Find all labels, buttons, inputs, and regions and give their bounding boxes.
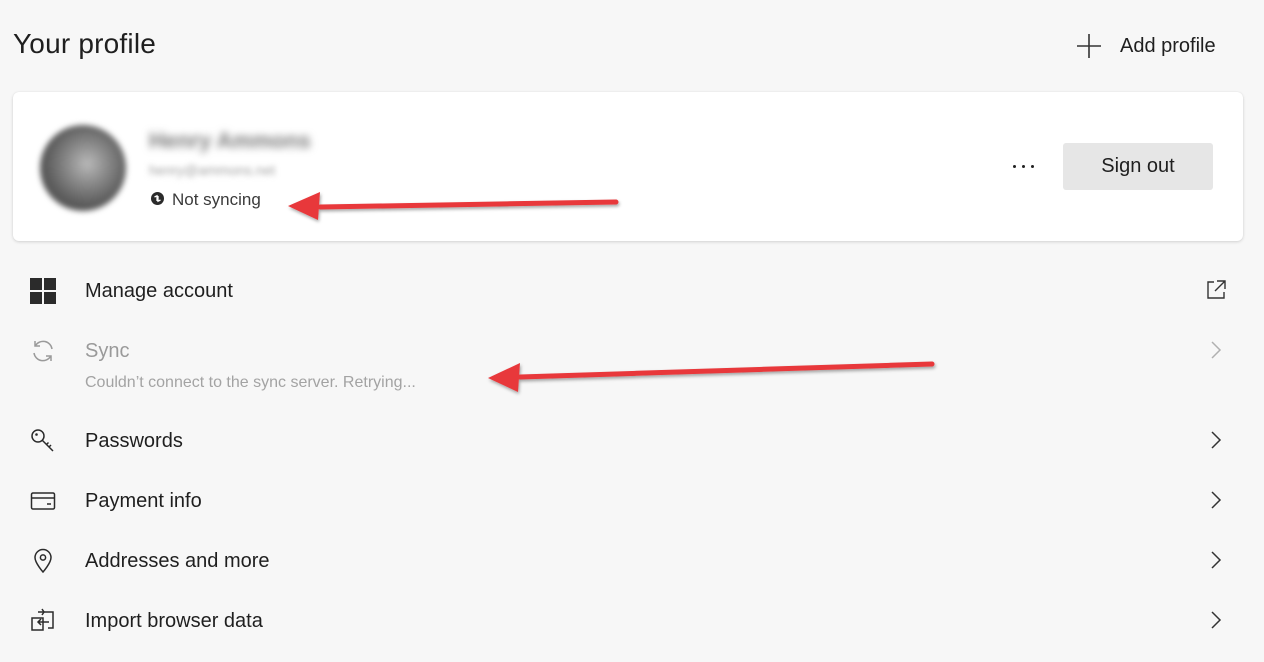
user-name: Henry Ammons	[149, 128, 311, 153]
more-dot	[1030, 164, 1034, 168]
chevron-right-icon	[1207, 429, 1225, 451]
plus-icon	[1076, 33, 1102, 59]
more-dot	[1021, 164, 1025, 168]
menu-item-addresses[interactable]: Addresses and more	[0, 531, 1264, 591]
more-options-button[interactable]	[1003, 150, 1043, 182]
add-profile-label: Add profile	[1120, 34, 1216, 57]
location-pin-icon	[30, 548, 56, 574]
chevron-right-icon	[1207, 549, 1225, 571]
page-title: Your profile	[13, 28, 157, 59]
menu-item-label: Addresses and more	[85, 550, 270, 572]
sync-status: Not syncing	[151, 190, 261, 210]
sync-error-message: Couldn’t connect to the sync server. Ret…	[85, 374, 416, 391]
user-email: henry@ammons.net	[149, 162, 276, 178]
profile-header: Your profile Add profile	[0, 0, 1264, 92]
import-icon	[30, 608, 56, 634]
key-icon	[30, 428, 56, 454]
sign-out-button[interactable]: Sign out	[1063, 143, 1213, 190]
profile-card: Henry Ammons henry@ammons.net Not syncin…	[13, 92, 1243, 241]
chevron-right-icon	[1207, 339, 1225, 361]
menu-item-label: Import browser data	[85, 610, 263, 632]
more-dot	[1012, 164, 1016, 168]
external-link-icon	[1205, 279, 1227, 301]
menu-item-label: Payment info	[85, 490, 202, 512]
chevron-right-icon	[1207, 609, 1225, 631]
chevron-right-icon	[1207, 489, 1225, 511]
avatar	[40, 125, 126, 211]
sync-paused-icon	[151, 190, 164, 210]
sync-status-label: Not syncing	[172, 190, 261, 209]
add-profile-button[interactable]: Add profile	[1076, 30, 1216, 62]
menu-item-label: Manage account	[85, 280, 233, 302]
menu-item-passwords[interactable]: Passwords	[0, 411, 1264, 471]
menu-item-import-browser-data[interactable]: Import browser data	[0, 591, 1264, 651]
menu-item-label: Sync	[85, 340, 130, 362]
menu-item-payment-info[interactable]: Payment info	[0, 471, 1264, 531]
menu-item-manage-account[interactable]: Manage account	[0, 262, 1264, 322]
credit-card-icon	[30, 488, 56, 514]
sync-icon	[30, 338, 56, 364]
windows-grid-icon	[30, 278, 56, 304]
menu-item-sync[interactable]: Sync Couldn’t connect to the sync server…	[0, 322, 1264, 402]
menu-item-label: Passwords	[85, 430, 183, 452]
